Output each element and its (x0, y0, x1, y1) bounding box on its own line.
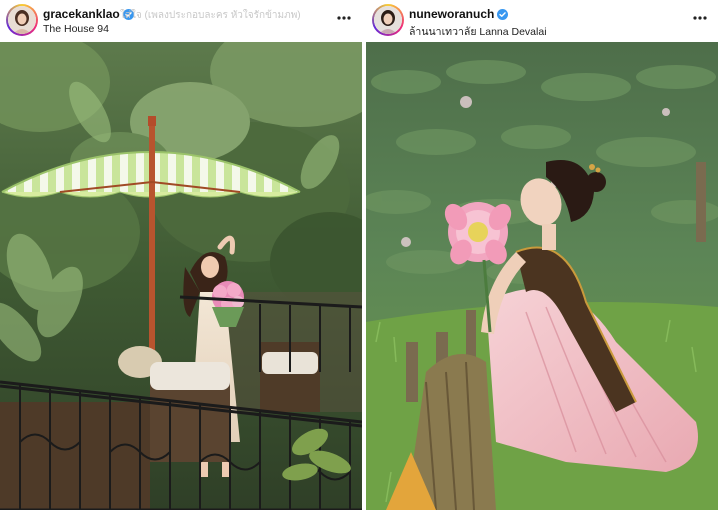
username[interactable]: nuneworanuch (409, 7, 494, 21)
more-options-icon[interactable] (692, 10, 708, 26)
faded-caption: ใส่ใจ (เพลงประกอบละคร หัวใจรักข้ามภพ) (120, 10, 301, 21)
avatar-photo-icon (8, 6, 36, 34)
avatar[interactable] (372, 4, 404, 36)
location-label[interactable]: ล้านนาเทวาลัย Lanna Devalai (409, 23, 547, 40)
username[interactable]: gracekanklao (43, 7, 120, 21)
username-row: nuneworanuch (409, 7, 509, 21)
post-header: nuneworanuch ล้านนาเทวาลัย Lanna Devalai (366, 0, 718, 42)
avatar[interactable] (6, 4, 38, 36)
post-photo[interactable] (366, 42, 718, 510)
post-photo[interactable] (0, 42, 362, 510)
location-label[interactable]: The House 94 (43, 23, 109, 35)
instagram-post-right: nuneworanuch ล้านนาเทวาลัย Lanna Devalai (366, 0, 718, 510)
avatar-photo-icon (374, 6, 402, 34)
verified-badge-icon (497, 8, 509, 20)
post-header: gracekanklao ใส่ใจ (เพลงประกอบละคร หัวใจ… (0, 0, 362, 42)
more-options-icon[interactable] (336, 10, 352, 26)
instagram-post-left: gracekanklao ใส่ใจ (เพลงประกอบละคร หัวใจ… (0, 0, 362, 510)
